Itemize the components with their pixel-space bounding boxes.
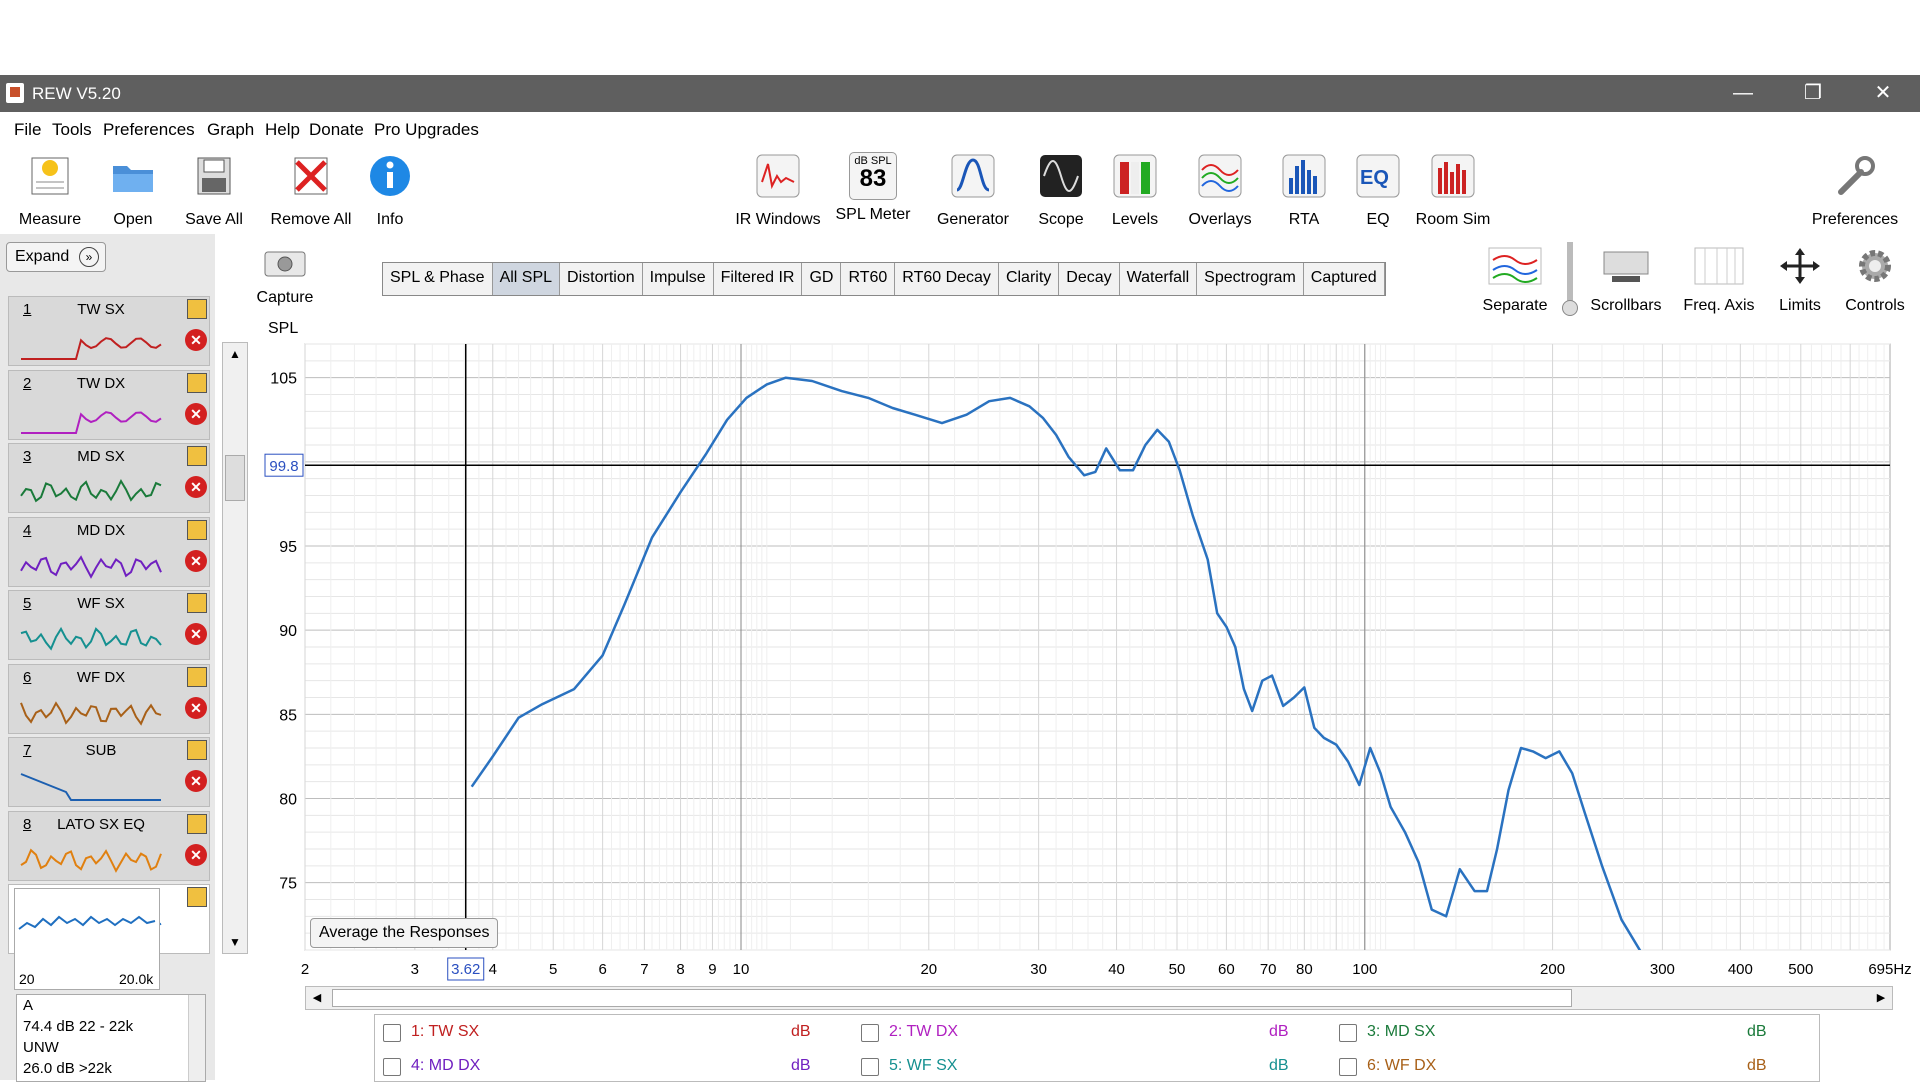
legend-unit: dB xyxy=(791,1057,811,1074)
x-tick-label: 500 xyxy=(1788,961,1813,978)
legend-unit: dB xyxy=(1269,1023,1289,1040)
x-tick-label: 40 xyxy=(1108,961,1125,978)
legend-label: 6: WF DX xyxy=(1367,1057,1437,1074)
legend-checkbox[interactable] xyxy=(1339,1058,1357,1076)
y-tick-label: 80 xyxy=(279,792,297,809)
legend-checkbox[interactable] xyxy=(1339,1024,1357,1042)
y-tick-label: 90 xyxy=(279,623,297,640)
x-tick-label: 4 xyxy=(489,961,497,978)
x-tick-label: 200 xyxy=(1540,961,1565,978)
y-tick-label: 95 xyxy=(279,539,297,556)
x-tick-label: 50 xyxy=(1169,961,1186,978)
x-tick-label: 10 xyxy=(733,961,750,978)
x-tick-label: 20 xyxy=(920,961,937,978)
x-tick-label: 300 xyxy=(1650,961,1675,978)
legend-checkbox[interactable] xyxy=(861,1024,879,1042)
y-tick-label: 75 xyxy=(279,876,297,893)
x-tick-label: 100 xyxy=(1352,961,1377,978)
scroll-right-icon[interactable]: ▶ xyxy=(1870,987,1892,1009)
y-tick-label: 105 xyxy=(270,371,297,388)
legend-unit: dB xyxy=(1747,1023,1767,1040)
x-tick-label: 7 xyxy=(640,961,648,978)
legend-checkbox[interactable] xyxy=(383,1024,401,1042)
x-tick-label: 400 xyxy=(1728,961,1753,978)
legend-label: 3: MD SX xyxy=(1367,1023,1436,1040)
average-responses-label: Average the Responses xyxy=(319,924,490,941)
x-tick-label: 3 xyxy=(411,961,419,978)
legend-checkbox[interactable] xyxy=(861,1058,879,1076)
legend-unit: dB xyxy=(1269,1057,1289,1074)
legend-unit: dB xyxy=(791,1023,811,1040)
x-tick-label: 5 xyxy=(549,961,557,978)
average-responses-button[interactable]: Average the Responses xyxy=(310,918,499,948)
x-tick-label: 9 xyxy=(708,961,716,978)
legend-label: 5: WF SX xyxy=(889,1057,958,1074)
x-tick-label: 30 xyxy=(1030,961,1047,978)
legend-label: 2: TW DX xyxy=(889,1023,959,1040)
legend-checkbox[interactable] xyxy=(383,1058,401,1076)
cursor-x-readout: 3.62 xyxy=(451,961,480,978)
legend-label: 4: MD DX xyxy=(411,1057,481,1074)
x-tick-label: 2 xyxy=(301,961,309,978)
legend-panel: 1: TW SX dB 2: TW DX dB 3: MD SX dB 4: MD DX dB… xyxy=(374,1014,1820,1082)
x-tick-label: 60 xyxy=(1218,961,1235,978)
x-tick-label: 80 xyxy=(1296,961,1313,978)
cursor-y-readout: 99.8 xyxy=(269,458,298,475)
y-tick-label: 85 xyxy=(279,707,297,724)
x-tick-label: 695Hz xyxy=(1868,961,1911,978)
legend-label: 1: TW SX xyxy=(411,1023,480,1040)
horizontal-scrollbar[interactable]: ◀ ▶ xyxy=(305,986,1893,1010)
x-tick-label: 8 xyxy=(676,961,684,978)
scroll-left-icon[interactable]: ◀ xyxy=(306,987,328,1009)
x-tick-label: 6 xyxy=(598,961,606,978)
spl-chart[interactable]: 75 80 85 90 95 105 2 3 4 5 6 7 8 9 10 20 30 40 50 60 70 80 100… xyxy=(0,0,1920,1080)
x-tick-label: 70 xyxy=(1260,961,1277,978)
h-scrollbar-thumb[interactable] xyxy=(332,989,1572,1007)
legend-unit: dB xyxy=(1747,1057,1767,1074)
